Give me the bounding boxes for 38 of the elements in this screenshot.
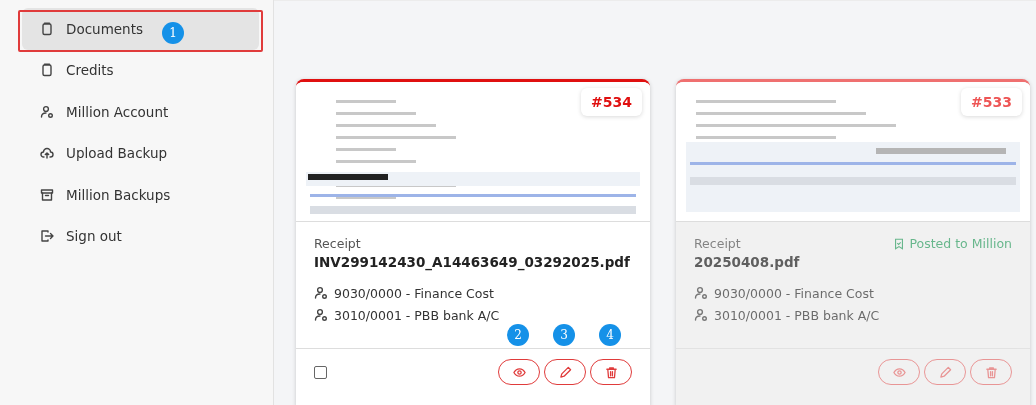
sign-out-icon (40, 229, 54, 244)
sidebar-item[interactable]: Sign out (22, 215, 259, 257)
account-line: 3010/0001 - PBB bank A/C (714, 307, 880, 323)
step-badge: 4 (599, 324, 621, 346)
step-badge: 2 (507, 324, 529, 346)
trash-icon (984, 365, 998, 379)
user-gear-icon (314, 286, 328, 300)
user-gear-icon (314, 308, 328, 322)
sidebar-item[interactable]: Million Backups (22, 174, 259, 216)
account-line: 9030/0000 - Finance Cost (334, 285, 494, 301)
user-gear-icon (694, 308, 708, 322)
file-name: INV299142430_A14463649_03292025.pdf (314, 254, 631, 270)
select-checkbox[interactable] (314, 365, 327, 379)
sidebar-item[interactable]: Upload Backup (22, 132, 259, 174)
pencil-icon (938, 365, 952, 379)
document-icon (40, 63, 54, 78)
step-badge: 3 (553, 324, 575, 346)
sidebar-item[interactable]: Credits (22, 49, 259, 91)
cloud-upload-icon (40, 146, 54, 161)
trash-icon (604, 365, 618, 379)
pencil-icon (558, 365, 572, 379)
file-name: 20250408.pdf (694, 254, 801, 270)
user-gear-icon (694, 286, 708, 300)
bookmark-check-icon (893, 237, 906, 250)
account-line: 3010/0001 - PBB bank A/C (334, 307, 500, 323)
user-gear-icon (40, 104, 54, 119)
document-icon (40, 21, 54, 36)
document-number: #534 (581, 88, 642, 116)
step-badge: 1 (162, 22, 184, 44)
archive-icon (40, 187, 54, 202)
document-number: #533 (961, 88, 1022, 116)
sidebar-item[interactable]: Million Account (22, 91, 259, 133)
document-type: Receipt (694, 236, 741, 251)
document-type: Receipt (314, 236, 361, 251)
eye-icon (892, 365, 906, 379)
eye-icon (512, 365, 526, 379)
account-line: 9030/0000 - Finance Cost (714, 285, 874, 301)
posted-status: Posted to Million (909, 236, 1012, 251)
